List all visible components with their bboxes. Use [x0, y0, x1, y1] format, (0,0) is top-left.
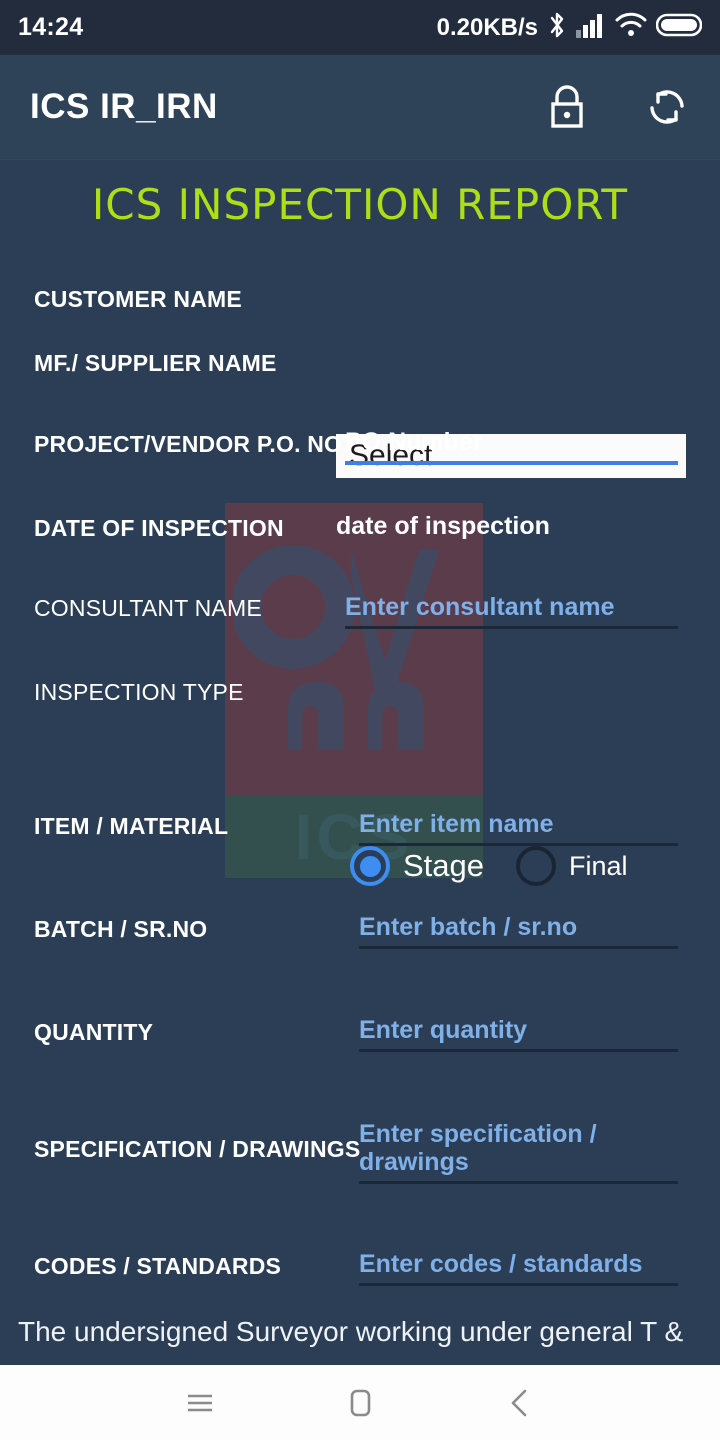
app-screen: 14:24 0.20KB/s ICS IR_IRN ICS ICS INSPEC… — [0, 0, 720, 1440]
back-icon[interactable] — [490, 1373, 550, 1433]
item-material-underline — [359, 843, 678, 846]
label-quantity: QUANTITY — [34, 1019, 154, 1045]
specification-drawings-placeholder: Enter specification / drawings — [359, 1120, 597, 1176]
app-bar: ICS IR_IRN — [0, 55, 720, 160]
home-icon[interactable] — [330, 1373, 390, 1433]
consultant-name-underline — [345, 626, 678, 629]
wifi-icon — [615, 12, 647, 43]
radio-unselected-icon — [516, 846, 557, 886]
codes-standards-input[interactable]: Enter codes / standards — [359, 1250, 678, 1286]
po-number-underline — [345, 461, 678, 465]
label-consultant-name: CONSULTANT NAME — [34, 595, 262, 621]
inspection-type-radio-group: Stage Final — [350, 846, 628, 886]
status-bar-clock: 14:24 — [18, 13, 84, 41]
quantity-underline — [359, 1049, 678, 1052]
system-navigation-bar — [0, 1365, 720, 1440]
network-speed-label: 0.20KB/s — [436, 13, 538, 41]
consultant-name-input[interactable]: Enter consultant name — [345, 593, 678, 629]
recents-icon[interactable] — [170, 1373, 230, 1433]
app-title: ICS IR_IRN — [30, 87, 218, 126]
label-batch-srno: BATCH / SR.NO — [34, 916, 208, 942]
po-number-input[interactable]: PO Number — [345, 428, 678, 465]
label-customer-name: CUSTOMER NAME — [34, 286, 242, 312]
batch-srno-placeholder: Enter batch / sr.no — [359, 913, 578, 941]
lock-icon[interactable] — [544, 84, 590, 130]
quantity-placeholder: Enter quantity — [359, 1016, 528, 1044]
label-codes-standards: CODES / STANDARDS — [34, 1253, 282, 1279]
batch-srno-input[interactable]: Enter batch / sr.no — [359, 913, 678, 949]
label-specification-drawings: SPECIFICATION / DRAWINGS — [34, 1136, 361, 1162]
item-material-input[interactable]: Enter item name — [359, 810, 678, 846]
specification-drawings-underline — [359, 1181, 678, 1184]
radio-selected-icon — [350, 846, 390, 886]
label-po-number: PROJECT/VENDOR P.O. NO. — [34, 431, 349, 457]
date-of-inspection-value: date of inspection — [336, 512, 550, 540]
label-date-of-inspection: DATE OF INSPECTION — [34, 515, 284, 541]
battery-icon — [655, 12, 703, 43]
date-of-inspection-picker[interactable]: date of inspection — [336, 512, 678, 540]
inspection-type-stage-label: Stage — [403, 848, 485, 883]
app-bar-actions — [544, 84, 690, 130]
batch-srno-underline — [359, 946, 678, 949]
codes-standards-underline — [359, 1283, 678, 1286]
label-supplier-name: MF./ SUPPLIER NAME — [34, 350, 277, 376]
inspection-type-final-label: Final — [569, 850, 628, 881]
inspection-type-option-stage[interactable]: Stage — [350, 846, 484, 886]
page-title: ICS INSPECTION REPORT — [91, 180, 629, 229]
label-item-material: ITEM / MATERIAL — [34, 813, 229, 839]
quantity-input[interactable]: Enter quantity — [359, 1016, 678, 1052]
bluetooth-icon — [547, 11, 567, 44]
item-material-placeholder: Enter item name — [359, 810, 554, 838]
label-inspection-type: INSPECTION TYPE — [34, 679, 244, 705]
sync-icon[interactable] — [644, 84, 690, 130]
codes-standards-placeholder: Enter codes / standards — [359, 1250, 643, 1278]
status-bar-icons: 0.20KB/s — [436, 11, 703, 44]
consultant-name-placeholder: Enter consultant name — [345, 593, 615, 621]
specification-drawings-input[interactable]: Enter specification / drawings — [359, 1120, 678, 1184]
form-body: ICS INSPECTION REPORT CUSTOMER NAME Sele… — [0, 160, 720, 1365]
status-bar: 14:24 0.20KB/s — [0, 0, 720, 55]
cellular-signal-icon — [576, 12, 606, 43]
inspection-type-option-final[interactable]: Final — [516, 846, 628, 886]
po-number-input-value: PO Number — [345, 428, 483, 456]
